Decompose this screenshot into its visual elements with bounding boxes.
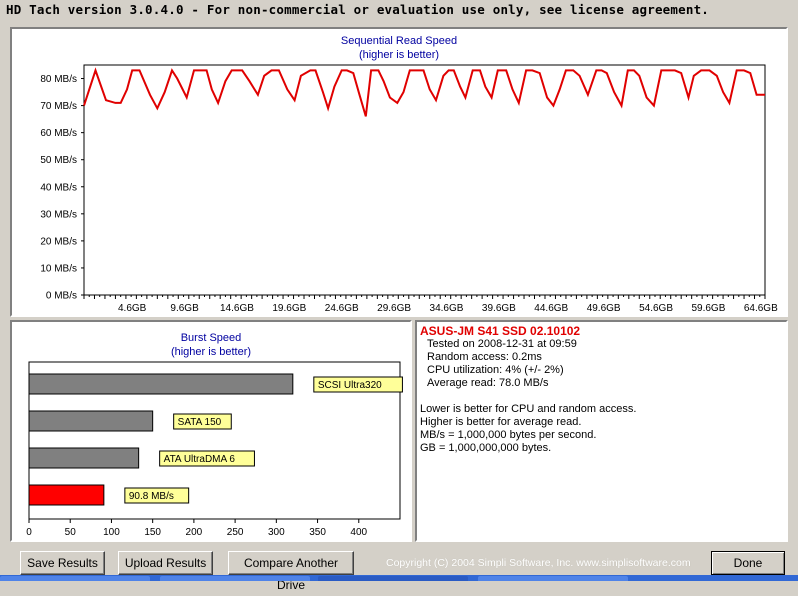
- x-tick-label: 39.6GB: [482, 303, 516, 314]
- x-tick-label: 250: [227, 527, 244, 538]
- average-read: Average read: 78.0 MB/s: [427, 377, 549, 389]
- random-access: Random access: 0.2ms: [427, 351, 542, 363]
- x-tick-label: 100: [103, 527, 120, 538]
- x-tick-label: 34.6GB: [430, 303, 464, 314]
- sequential-read-panel: Sequential Read Speed (higher is better)…: [10, 27, 788, 317]
- burst-speed-panel: Burst Speed (higher is better) 0 50 100 150…: [10, 320, 412, 542]
- burst-bar: [28, 373, 294, 395]
- y-tick-label: 60 MB/s: [40, 128, 77, 139]
- y-tick-label: 40 MB/s: [40, 182, 77, 193]
- y-tick-label: 0 MB/s: [46, 291, 77, 302]
- x-tick-label: 44.6GB: [534, 303, 568, 314]
- note-higher-better: Higher is better for average read.: [420, 416, 582, 428]
- burst-bar-label: 90.8 MB/s: [129, 491, 174, 502]
- taskbar-item-active[interactable]: [318, 576, 468, 581]
- burst-bar: [28, 484, 105, 506]
- x-tick-label: 150: [144, 527, 161, 538]
- x-tick-label: 350: [309, 527, 326, 538]
- sequential-read-chart: 0 MB/s 10 MB/s 20 MB/s 30 MB/s 40 MB/s 50 MB/…: [40, 64, 778, 314]
- x-tick-label: 200: [186, 527, 203, 538]
- copyright-text: Copyright (C) 2004 Simpli Software, Inc.…: [386, 557, 691, 569]
- burst-speed-chart: 0 50 100 150 200 250 300 350 400 SCSI Ultra320 SAT…: [26, 361, 403, 538]
- y-tick-label: 80 MB/s: [40, 74, 77, 85]
- x-tick-label: 64.6GB: [744, 303, 778, 314]
- x-tick-label: 14.6GB: [220, 303, 254, 314]
- plot-area: [83, 64, 766, 296]
- burst-bar-label: SCSI Ultra320: [318, 380, 382, 391]
- y-tick-label: 50 MB/s: [40, 155, 77, 166]
- compare-another-drive-button[interactable]: Compare Another Drive: [228, 551, 354, 592]
- cpu-utilization: CPU utilization: 4% (+/- 2%): [427, 364, 564, 376]
- x-tick-label: 19.6GB: [272, 303, 306, 314]
- taskbar-item[interactable]: [160, 576, 310, 581]
- burst-bar: [28, 447, 140, 469]
- x-tick-label: 9.6GB: [170, 303, 199, 314]
- y-tick-label: 20 MB/s: [40, 236, 77, 247]
- x-tick-label: 54.6GB: [639, 303, 673, 314]
- y-tick-label: 70 MB/s: [40, 101, 77, 112]
- x-tick-label: 4.6GB: [118, 303, 147, 314]
- x-tick-label: 49.6GB: [587, 303, 621, 314]
- upload-results-button[interactable]: Upload Results: [118, 551, 213, 575]
- burst-bar: [28, 410, 154, 432]
- y-tick-label: 10 MB/s: [40, 263, 77, 274]
- x-tick-label: 29.6GB: [377, 303, 411, 314]
- note-gb-definition: GB = 1,000,000,000 bytes.: [420, 442, 552, 454]
- drive-info-panel: ASUS-JM S41 SSD 02.10102 Tested on 2008-…: [415, 320, 788, 542]
- taskbar-item[interactable]: [478, 576, 628, 581]
- x-tick-label: 59.6GB: [691, 303, 725, 314]
- note-mbs-definition: MB/s = 1,000,000 bytes per second.: [420, 429, 597, 441]
- x-tick-label: 400: [350, 527, 367, 538]
- x-tick-label: 50: [65, 527, 77, 538]
- tested-date: Tested on 2008-12-31 at 09:59: [427, 338, 577, 350]
- burst-bar-label: SATA 150: [178, 417, 222, 428]
- x-tick-label: 300: [268, 527, 285, 538]
- taskbar: [0, 575, 798, 581]
- x-tick-label: 0: [26, 527, 32, 538]
- x-tick-label: 24.6GB: [325, 303, 359, 314]
- save-results-button[interactable]: Save Results: [20, 551, 105, 575]
- window-title: HD Tach version 3.0.4.0 - For non-commer…: [6, 2, 710, 17]
- taskbar-item[interactable]: [0, 576, 150, 581]
- note-lower-better: Lower is better for CPU and random acces…: [420, 403, 637, 415]
- drive-name: ASUS-JM S41 SSD 02.10102: [420, 324, 581, 338]
- done-button[interactable]: Done: [711, 551, 785, 575]
- y-tick-label: 30 MB/s: [40, 209, 77, 220]
- burst-bar-label: ATA UltraDMA 6: [164, 454, 236, 465]
